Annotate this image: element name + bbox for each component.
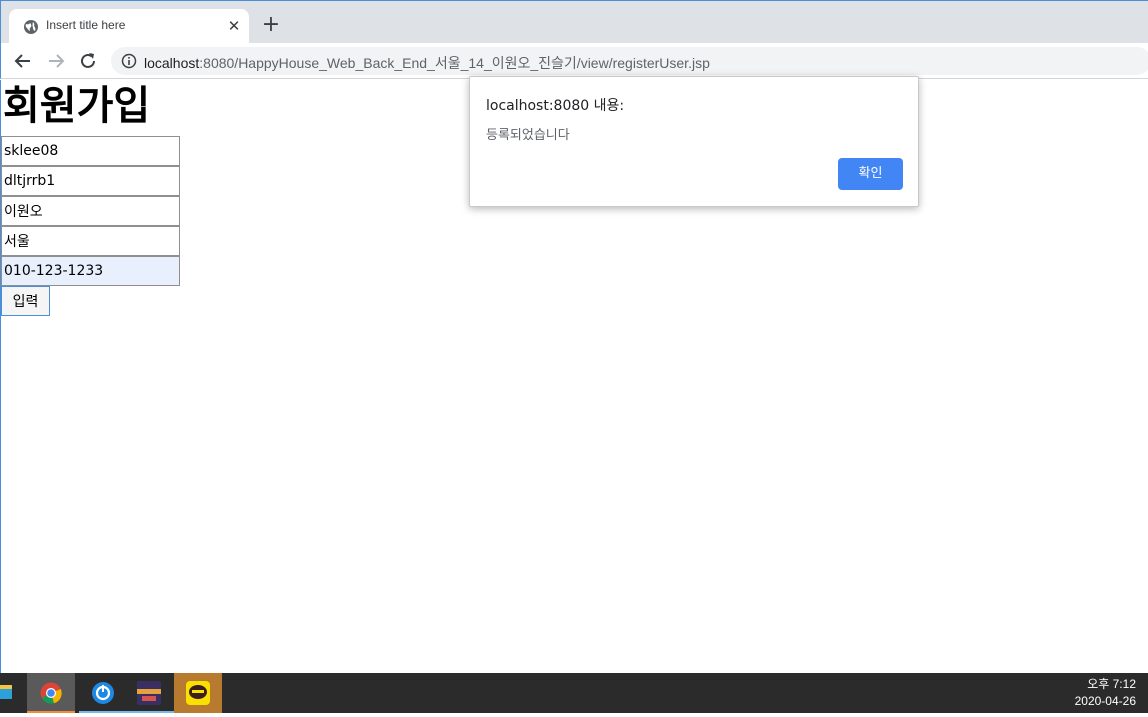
dialog-message: 등록되었습니다 (486, 128, 570, 143)
browser-toolbar: localhost:8080/HappyHouse_Web_Back_End_서… (0, 43, 1148, 79)
close-tab-icon[interactable]: ✕ (225, 17, 243, 35)
kakaotalk-icon (186, 681, 210, 705)
phone-input[interactable] (1, 256, 180, 286)
alert-dialog: localhost:8080 내용: 등록되었습니다 확인 (469, 76, 919, 207)
reload-icon[interactable] (77, 50, 99, 72)
submit-button[interactable]: 입력 (1, 286, 50, 316)
url-text[interactable]: localhost:8080/HappyHouse_Web_Back_End_서… (144, 53, 710, 73)
app-taskbar-item[interactable] (79, 673, 127, 713)
page-title: 회원가입 (3, 83, 151, 129)
ok-button[interactable]: 확인 (838, 158, 903, 190)
browser-tabstrip: Insert title here ✕ + (0, 0, 1148, 44)
clock-date: 2020-04-26 (1074, 694, 1136, 708)
clock-time: 오후 7:12 (1087, 677, 1136, 691)
browser-tab[interactable]: Insert title here ✕ (9, 9, 249, 44)
url-host: localhost (144, 55, 200, 71)
chrome-taskbar-item[interactable] (27, 673, 75, 713)
eclipse-icon (137, 681, 161, 705)
user-id-input[interactable] (1, 136, 180, 166)
kakaotalk-taskbar-item[interactable] (174, 673, 222, 713)
dialog-origin: localhost:8080 내용: (486, 98, 625, 114)
power-icon (92, 682, 114, 704)
folder-icon (0, 685, 12, 699)
name-input[interactable] (1, 196, 180, 226)
url-path: :8080/HappyHouse_Web_Back_End_서울_14_이원오_… (199, 55, 710, 71)
eclipse-taskbar-item[interactable] (126, 673, 174, 713)
address-input[interactable] (1, 226, 180, 256)
new-tab-button[interactable]: + (259, 14, 283, 38)
globe-icon (24, 20, 38, 34)
back-arrow-icon[interactable] (12, 50, 34, 72)
password-input[interactable] (1, 166, 180, 196)
forward-arrow-icon[interactable] (45, 50, 67, 72)
info-icon[interactable] (121, 53, 137, 69)
chrome-icon (40, 682, 62, 704)
file-explorer-taskbar-item[interactable] (0, 673, 14, 713)
address-bar[interactable]: localhost:8080/HappyHouse_Web_Back_End_서… (111, 47, 1148, 75)
tab-title: Insert title here (46, 18, 126, 32)
taskbar-clock[interactable]: 오후 7:12 2020-04-26 (1075, 676, 1136, 710)
taskbar: 오후 7:12 2020-04-26 (0, 673, 1148, 713)
